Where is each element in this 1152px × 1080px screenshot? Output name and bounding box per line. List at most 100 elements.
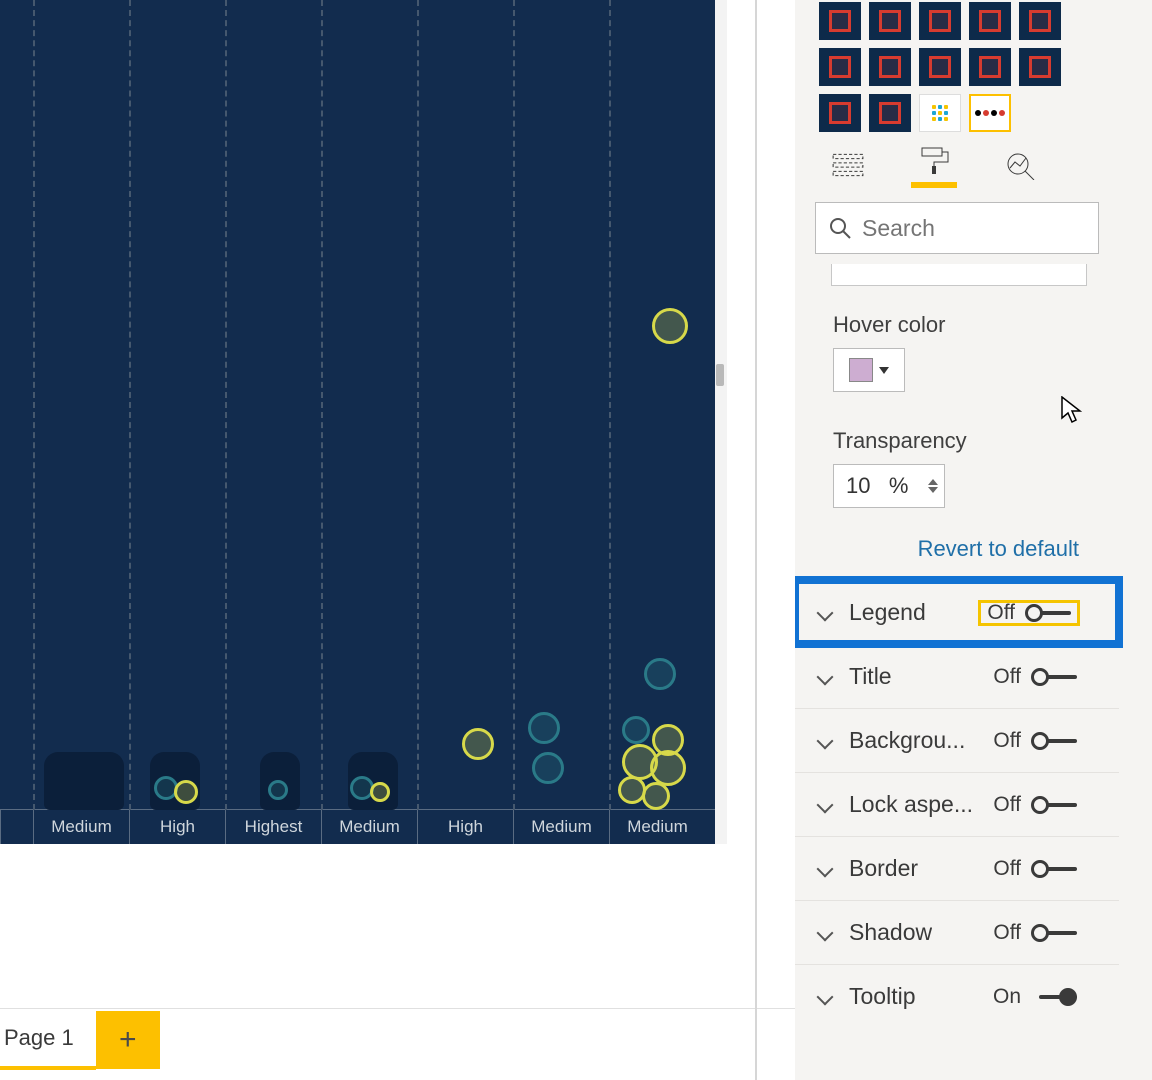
viz-tile[interactable] <box>919 2 961 40</box>
collapsed-field-box[interactable] <box>831 264 1087 286</box>
color-swatch <box>849 358 873 382</box>
section-label: Legend <box>849 599 926 626</box>
viz-tile[interactable] <box>819 48 861 86</box>
section-label: Border <box>849 855 918 882</box>
gridline <box>33 0 35 810</box>
fields-icon <box>831 150 865 185</box>
gridline <box>129 0 131 810</box>
search-icon <box>828 216 852 240</box>
gridline <box>225 0 227 810</box>
gridline <box>513 0 515 810</box>
analytics-icon <box>1003 150 1037 185</box>
gridline <box>609 0 611 810</box>
viz-tile[interactable] <box>919 48 961 86</box>
section-label: Lock aspe... <box>849 791 973 818</box>
paint-roller-icon <box>917 145 951 180</box>
plot-area <box>0 0 715 810</box>
report-canvas: MediumHighHighestMediumHighMediumMedium … <box>0 0 795 1080</box>
toggle-switch[interactable] <box>1029 925 1079 941</box>
axis-label: Medium <box>33 810 129 844</box>
hover-color-picker[interactable] <box>833 348 905 392</box>
page-tab-page1[interactable]: Page 1 <box>0 1009 96 1070</box>
format-section-background[interactable]: Backgrou... Off <box>795 708 1119 772</box>
data-point[interactable] <box>528 712 560 744</box>
viz-tile[interactable] <box>819 94 861 132</box>
section-label: Title <box>849 663 892 690</box>
toggle-switch[interactable] <box>1023 605 1073 621</box>
viz-tile[interactable] <box>969 2 1011 40</box>
gridline <box>417 0 419 810</box>
data-point[interactable] <box>622 716 650 744</box>
viz-tile-selected[interactable] <box>969 94 1011 132</box>
revert-to-default-link[interactable]: Revert to default <box>795 508 1119 580</box>
toggle-switch[interactable] <box>1029 989 1079 1005</box>
toggle-switch[interactable] <box>1029 669 1079 685</box>
toggle-switch[interactable] <box>1029 797 1079 813</box>
chevron-down-icon <box>819 605 835 621</box>
chevron-down-icon <box>879 367 889 374</box>
axis-label: High <box>129 810 225 844</box>
spinner-down-icon[interactable] <box>928 487 938 493</box>
format-search[interactable] <box>815 202 1099 254</box>
transparency-label: Transparency <box>833 428 1095 454</box>
format-section-tooltip[interactable]: Tooltip On <box>795 964 1119 1028</box>
data-point[interactable] <box>532 752 564 784</box>
toggle-state-label: On <box>993 985 1021 1009</box>
viz-tile[interactable] <box>869 2 911 40</box>
data-point[interactable] <box>174 780 198 804</box>
toggle-state-label: Off <box>993 665 1021 689</box>
viz-tile[interactable] <box>869 94 911 132</box>
percent-label: % <box>889 473 909 498</box>
data-point[interactable] <box>644 658 676 690</box>
data-point[interactable] <box>268 780 288 800</box>
format-tab[interactable] <box>911 146 957 188</box>
data-point[interactable] <box>652 308 688 344</box>
viz-tile-matrix[interactable] <box>919 94 961 132</box>
axis-label: High <box>417 810 513 844</box>
section-label: Backgrou... <box>849 727 965 754</box>
transparency-value: 10 <box>846 473 870 498</box>
add-page-button[interactable] <box>96 1011 160 1069</box>
visual-scrollbar[interactable] <box>715 0 727 844</box>
transparency-spinner[interactable]: 10 % <box>833 464 945 508</box>
hover-color-label: Hover color <box>833 312 1095 338</box>
viz-tile[interactable] <box>969 48 1011 86</box>
axis-label: Medium <box>513 810 609 844</box>
pane-divider <box>755 0 757 1080</box>
viz-tile[interactable] <box>1019 2 1061 40</box>
format-section-shadow[interactable]: ShadowOff <box>795 900 1119 964</box>
toggle-state-label: Off <box>993 793 1021 817</box>
toggle-state-label: Off <box>993 729 1021 753</box>
analytics-tab[interactable] <box>997 146 1043 188</box>
fields-tab[interactable] <box>825 146 871 188</box>
format-accordion: LegendOffTitleOffBackgrou...OffLock aspe… <box>795 580 1119 1028</box>
data-point[interactable] <box>462 728 494 760</box>
axis-label: Highest <box>225 810 321 844</box>
toggle-state-label: Off <box>993 921 1021 945</box>
revert-label: Revert to default <box>918 536 1079 561</box>
visualizations-pane: Hover color Transparency 10 % <box>795 0 1152 1080</box>
chevron-down-icon <box>819 797 835 813</box>
viz-tile[interactable] <box>869 48 911 86</box>
data-point[interactable] <box>642 782 670 810</box>
scatter-chart-visual[interactable]: MediumHighHighestMediumHighMediumMedium <box>0 0 715 844</box>
chevron-down-icon <box>819 733 835 749</box>
section-label: Tooltip <box>849 983 915 1010</box>
viz-tile[interactable] <box>819 2 861 40</box>
spinner-up-icon[interactable] <box>928 479 938 485</box>
viz-tile[interactable] <box>1019 48 1061 86</box>
search-input[interactable] <box>862 215 1152 242</box>
toggle-state-label: Off <box>987 601 1015 625</box>
format-section-lockaspect[interactable]: Lock aspe... Off <box>795 772 1119 836</box>
scrollbar-thumb[interactable] <box>716 364 724 386</box>
data-point[interactable] <box>650 750 686 786</box>
page-tab-bar: Page 1 <box>0 1008 795 1070</box>
format-section-border[interactable]: BorderOff <box>795 836 1119 900</box>
chevron-down-icon <box>819 925 835 941</box>
data-point[interactable] <box>370 782 390 802</box>
format-section-legend[interactable]: Legend Off <box>795 580 1119 644</box>
toggle-switch[interactable] <box>1029 861 1079 877</box>
toggle-switch[interactable] <box>1029 733 1079 749</box>
pane-tab-strip <box>795 132 1119 188</box>
format-section-title[interactable]: Title Off <box>795 644 1119 708</box>
